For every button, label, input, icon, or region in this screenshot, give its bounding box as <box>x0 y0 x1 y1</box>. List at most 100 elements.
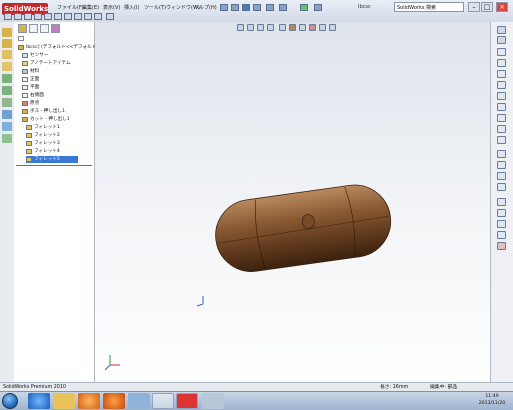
minimize-button[interactable]: – <box>468 2 480 12</box>
polygon-icon[interactable] <box>497 103 506 111</box>
save-icon[interactable] <box>242 4 250 11</box>
sweep-icon[interactable] <box>2 50 12 59</box>
menu-insert[interactable]: 挿入(I) <box>124 3 139 13</box>
rectangle-icon[interactable] <box>497 59 506 67</box>
menu-tools[interactable]: ツール(T) <box>144 3 166 13</box>
toolbar-icon-2[interactable] <box>14 13 22 20</box>
resources-icon[interactable] <box>497 26 506 34</box>
open-icon[interactable] <box>231 4 239 11</box>
toolbar-icon-3[interactable] <box>24 13 32 20</box>
menu-view[interactable]: 表示(V) <box>103 3 120 13</box>
spline-icon[interactable] <box>497 92 506 100</box>
construction-icon[interactable] <box>497 220 506 228</box>
tree-item-material[interactable]: 材料 <box>22 68 39 75</box>
toolbar-icon-8[interactable] <box>74 13 82 20</box>
section-view-icon[interactable] <box>267 24 274 31</box>
options-icon[interactable] <box>314 4 322 11</box>
mirror-icon[interactable] <box>497 183 506 191</box>
tree-item-right-plane[interactable]: 右側面 <box>22 92 44 99</box>
tree-item-fillet3[interactable]: フィレット3 <box>26 140 60 147</box>
new-icon[interactable] <box>220 4 228 11</box>
arc-icon[interactable] <box>497 81 506 89</box>
close-button[interactable]: × <box>496 2 508 12</box>
revolve-icon[interactable] <box>2 39 12 48</box>
toolbar-icon-11[interactable] <box>106 13 114 20</box>
dimension-icon[interactable] <box>497 209 506 217</box>
tree-item-fillet4[interactable]: フィレット4 <box>26 148 60 155</box>
view-orientation-icon[interactable] <box>279 24 286 31</box>
grid-icon[interactable] <box>497 231 506 239</box>
tab-display-manager[interactable] <box>51 24 60 33</box>
print-icon[interactable] <box>253 4 261 11</box>
display-style-icon[interactable] <box>289 24 296 31</box>
rollback-bar[interactable] <box>16 165 92 166</box>
tree-item-fillet1[interactable]: フィレット1 <box>26 124 60 131</box>
zoom-fit-icon[interactable] <box>237 24 244 31</box>
firefox-icon[interactable] <box>103 393 125 409</box>
solidworks-icon[interactable] <box>176 393 198 409</box>
rib-icon[interactable] <box>2 122 12 131</box>
line-icon[interactable] <box>497 48 506 56</box>
tree-item-boss-extrude[interactable]: ボス - 押し出し1 <box>22 108 65 115</box>
cut-revolve-icon[interactable] <box>2 86 12 95</box>
menu-file[interactable]: ファイル(F) <box>57 3 84 13</box>
media-icon[interactable] <box>78 393 100 409</box>
filter-icon[interactable] <box>18 36 24 41</box>
design-library-icon[interactable] <box>497 36 506 44</box>
toolbar-icon-6[interactable] <box>54 13 62 20</box>
ie-icon[interactable] <box>28 393 50 409</box>
tree-item-fillet2[interactable]: フィレット2 <box>26 132 60 139</box>
tree-item-front-plane[interactable]: 正面 <box>22 76 39 83</box>
maximize-button[interactable]: □ <box>481 2 493 12</box>
tree-item-origin[interactable]: 原点 <box>22 100 39 107</box>
trim-icon[interactable] <box>497 150 506 158</box>
fillet-tool-icon[interactable] <box>2 98 12 107</box>
start-button[interactable] <box>2 393 18 409</box>
tree-root[interactable]: Ibcsc] (デフォルト<<デフォルト>_表 <box>18 44 107 51</box>
search-input[interactable]: SolidWorks 検索 <box>394 2 464 12</box>
hide-show-icon[interactable] <box>299 24 306 31</box>
offset-icon[interactable] <box>497 172 506 180</box>
toolbar-icon-1[interactable] <box>4 13 12 20</box>
extend-icon[interactable] <box>497 161 506 169</box>
centerline-icon[interactable] <box>497 136 506 144</box>
cut-extrude-icon[interactable] <box>2 74 12 83</box>
select-icon[interactable] <box>279 4 287 11</box>
zoom-area-icon[interactable] <box>247 24 254 31</box>
tree-item-cut-extrude[interactable]: カット - 押し出し1 <box>22 116 70 123</box>
menu-help[interactable]: ヘルプ(H) <box>194 3 217 13</box>
tree-item-top-plane[interactable]: 平面 <box>22 84 39 91</box>
mail-icon[interactable] <box>128 393 150 409</box>
rebuild-icon[interactable] <box>300 4 308 11</box>
tab-feature-tree[interactable] <box>18 24 27 33</box>
clock[interactable]: 11:49 2013/11/20 <box>473 393 511 407</box>
view-settings-icon[interactable] <box>329 24 336 31</box>
pattern-icon[interactable] <box>2 110 12 119</box>
network-icon[interactable] <box>152 393 174 409</box>
tab-configuration[interactable] <box>40 24 49 33</box>
slot-icon[interactable] <box>497 114 506 122</box>
extrude-boss-icon[interactable] <box>2 28 12 37</box>
tree-item-annotations[interactable]: アノテートアイテム <box>22 60 70 67</box>
scene-icon[interactable] <box>319 24 326 31</box>
appearance-icon[interactable] <box>309 24 316 31</box>
point-icon[interactable] <box>497 125 506 133</box>
shell-icon[interactable] <box>2 134 12 143</box>
toolbar-icon-4[interactable] <box>34 13 42 20</box>
tree-item-sensor[interactable]: センサー <box>22 52 48 59</box>
toolbar-icon-5[interactable] <box>44 13 52 20</box>
previous-view-icon[interactable] <box>257 24 264 31</box>
undo-icon[interactable] <box>266 4 274 11</box>
toolbar-icon-7[interactable] <box>64 13 72 20</box>
check-sketch-icon[interactable] <box>497 242 506 250</box>
tree-item-fillet5[interactable]: フィレット5 <box>26 156 78 163</box>
toolbar-icon-10[interactable] <box>94 13 102 20</box>
menu-edit[interactable]: 編集(E) <box>82 3 99 13</box>
relation-icon[interactable] <box>497 198 506 206</box>
folder-icon[interactable] <box>53 393 75 409</box>
loft-icon[interactable] <box>2 62 12 71</box>
circle-icon[interactable] <box>497 70 506 78</box>
toolbar-icon-9[interactable] <box>84 13 92 20</box>
tab-property-manager[interactable] <box>29 24 38 33</box>
graphics-area[interactable] <box>95 22 490 382</box>
